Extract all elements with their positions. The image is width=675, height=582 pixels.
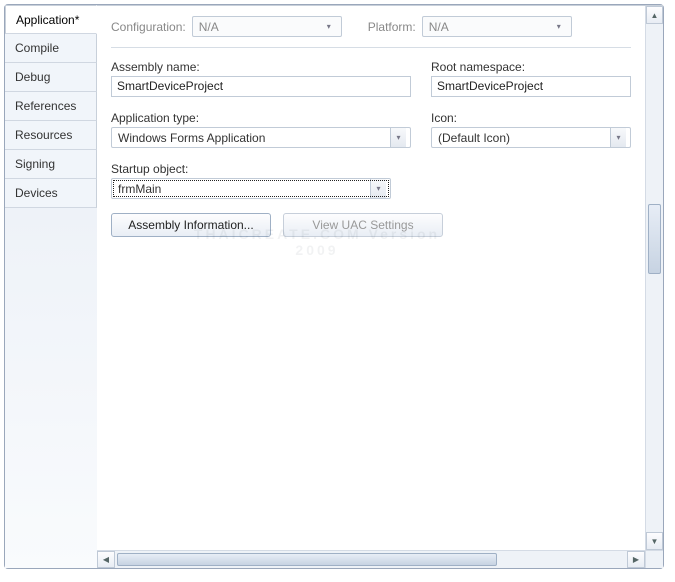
scroll-down-icon[interactable]: ▼ <box>646 532 663 550</box>
main-pane: Configuration: N/A ▾ Platform: N/A ▾ <box>97 5 663 568</box>
application-type-label: Application type: <box>111 111 411 125</box>
view-uac-settings-button: View UAC Settings <box>283 213 443 237</box>
tab-devices[interactable]: Devices <box>5 179 97 208</box>
icon-combo[interactable]: (Default Icon) ▾ <box>431 127 631 148</box>
configuration-label: Configuration: <box>111 20 186 34</box>
tabs-sidebar: Application* Compile Debug References Re… <box>5 5 97 568</box>
dropdown-icon: ▾ <box>370 179 386 198</box>
vertical-scrollbar[interactable]: ▲ ▼ <box>645 6 663 550</box>
platform-combo[interactable]: N/A ▾ <box>422 16 572 37</box>
application-type-combo[interactable]: Windows Forms Application ▾ <box>111 127 411 148</box>
application-type-value: Windows Forms Application <box>118 131 265 145</box>
scroll-thumb[interactable] <box>648 204 661 274</box>
startup-object-label: Startup object: <box>111 162 631 176</box>
assembly-information-button[interactable]: Assembly Information... <box>111 213 271 237</box>
scroll-thumb[interactable] <box>117 553 497 566</box>
icon-label: Icon: <box>431 111 631 125</box>
dropdown-icon: ▾ <box>321 17 337 36</box>
tabs-filler <box>5 208 97 568</box>
assembly-name-label: Assembly name: <box>111 60 411 74</box>
configuration-combo[interactable]: N/A ▾ <box>192 16 342 37</box>
tab-application[interactable]: Application* <box>5 5 97 34</box>
scroll-corner <box>645 550 663 568</box>
horizontal-scrollbar[interactable]: ◀ ▶ <box>97 550 645 568</box>
scroll-up-icon[interactable]: ▲ <box>646 6 663 24</box>
scroll-left-icon[interactable]: ◀ <box>97 551 115 568</box>
project-properties-frame: Application* Compile Debug References Re… <box>4 4 664 569</box>
configuration-value: N/A <box>199 20 219 34</box>
startup-object-combo[interactable]: frmMain ▾ <box>111 178 391 199</box>
config-platform-row: Configuration: N/A ▾ Platform: N/A ▾ <box>111 16 631 48</box>
application-page-content: Configuration: N/A ▾ Platform: N/A ▾ <box>97 6 645 550</box>
platform-value: N/A <box>429 20 449 34</box>
dropdown-icon: ▾ <box>610 128 626 147</box>
startup-object-value: frmMain <box>118 182 161 196</box>
platform-label: Platform: <box>368 20 416 34</box>
assembly-name-input[interactable]: SmartDeviceProject <box>111 76 411 97</box>
root-namespace-input[interactable]: SmartDeviceProject <box>431 76 631 97</box>
icon-value: (Default Icon) <box>438 131 510 145</box>
tab-references[interactable]: References <box>5 92 97 121</box>
dropdown-icon: ▾ <box>390 128 406 147</box>
tab-resources[interactable]: Resources <box>5 121 97 150</box>
tab-compile[interactable]: Compile <box>5 34 97 63</box>
scroll-track[interactable] <box>115 551 627 568</box>
tab-debug[interactable]: Debug <box>5 63 97 92</box>
root-namespace-label: Root namespace: <box>431 60 631 74</box>
tab-signing[interactable]: Signing <box>5 150 97 179</box>
scroll-right-icon[interactable]: ▶ <box>627 551 645 568</box>
scroll-track[interactable] <box>646 24 663 532</box>
dropdown-icon: ▾ <box>551 17 567 36</box>
